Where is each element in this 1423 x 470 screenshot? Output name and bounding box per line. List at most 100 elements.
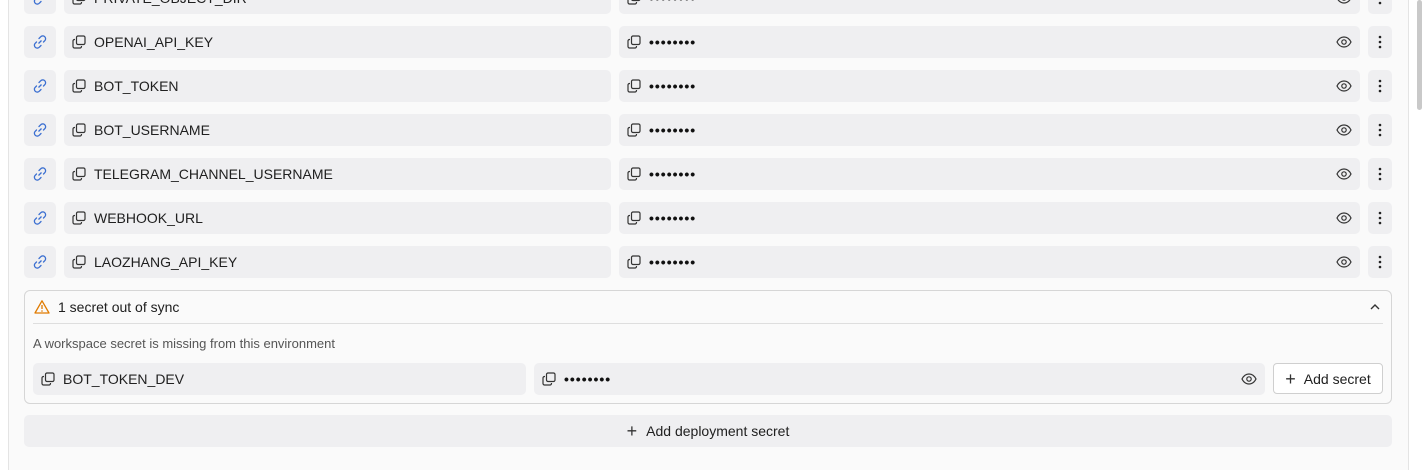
link-icon (32, 122, 48, 138)
link-icon (32, 166, 48, 182)
masked-value: •••••••• (649, 254, 696, 270)
link-button[interactable] (24, 114, 56, 146)
link-button[interactable] (24, 26, 56, 58)
secret-row: PRIVATE_OBJECT_DIR •••••••• (24, 0, 1392, 14)
out-of-sync-section: 1 secret out of sync A workspace secret … (24, 290, 1392, 404)
secret-row: TELEGRAM_CHANNEL_USERNAME •••••••• (24, 158, 1392, 190)
masked-value: •••••••• (649, 0, 696, 6)
more-options-button[interactable] (1368, 114, 1392, 146)
copy-icon[interactable] (72, 255, 86, 269)
secret-row: BOT_USERNAME •••••••• (24, 114, 1392, 146)
out-of-sync-header[interactable]: 1 secret out of sync (25, 291, 1391, 323)
secret-key-field[interactable]: PRIVATE_OBJECT_DIR (64, 0, 611, 14)
out-of-sync-description: A workspace secret is missing from this … (33, 336, 335, 351)
more-vertical-icon (1378, 79, 1382, 93)
more-options-button[interactable] (1368, 158, 1392, 190)
more-vertical-icon (1378, 0, 1382, 5)
divider (33, 323, 1383, 324)
masked-value: •••••••• (649, 166, 696, 182)
missing-secret-value-field[interactable]: •••••••• (534, 363, 1265, 395)
secret-row: BOT_TOKEN •••••••• (24, 70, 1392, 102)
secret-value-field[interactable]: •••••••• (619, 26, 1360, 58)
copy-icon[interactable] (627, 255, 641, 269)
link-icon (32, 78, 48, 94)
secret-key-field[interactable]: LAOZHANG_API_KEY (64, 246, 611, 278)
eye-icon[interactable] (1336, 78, 1352, 94)
secret-value-field[interactable]: •••••••• (619, 0, 1360, 14)
secret-key: BOT_TOKEN (94, 78, 179, 94)
copy-icon[interactable] (627, 35, 641, 49)
copy-icon[interactable] (627, 0, 641, 5)
more-options-button[interactable] (1368, 70, 1392, 102)
secret-key: TELEGRAM_CHANNEL_USERNAME (94, 166, 333, 182)
masked-value: •••••••• (649, 210, 696, 226)
eye-icon[interactable] (1336, 210, 1352, 226)
plus-icon: + (627, 422, 638, 440)
secret-row: WEBHOOK_URL •••••••• (24, 202, 1392, 234)
more-options-button[interactable] (1368, 246, 1392, 278)
add-secret-label: Add secret (1304, 371, 1371, 387)
plus-icon: + (1285, 370, 1296, 388)
link-button[interactable] (24, 202, 56, 234)
secret-key-field[interactable]: WEBHOOK_URL (64, 202, 611, 234)
more-vertical-icon (1378, 211, 1382, 225)
secret-key: WEBHOOK_URL (94, 210, 203, 226)
copy-icon[interactable] (72, 79, 86, 93)
missing-secret-key-field[interactable]: BOT_TOKEN_DEV (33, 363, 526, 395)
link-icon (32, 254, 48, 270)
more-vertical-icon (1378, 167, 1382, 181)
add-deployment-secret-button[interactable]: + Add deployment secret (24, 415, 1392, 447)
missing-secret-key: BOT_TOKEN_DEV (63, 371, 184, 387)
copy-icon[interactable] (627, 123, 641, 137)
secret-value-field[interactable]: •••••••• (619, 202, 1360, 234)
masked-value: •••••••• (649, 78, 696, 94)
eye-icon[interactable] (1336, 34, 1352, 50)
link-icon (32, 0, 48, 6)
masked-value: •••••••• (649, 34, 696, 50)
secret-row: OPENAI_API_KEY •••••••• (24, 26, 1392, 58)
link-icon (32, 210, 48, 226)
secret-row: LAOZHANG_API_KEY •••••••• (24, 246, 1392, 278)
add-secret-button[interactable]: + Add secret (1273, 363, 1383, 394)
copy-icon[interactable] (627, 211, 641, 225)
secret-key: OPENAI_API_KEY (94, 34, 213, 50)
eye-icon[interactable] (1336, 254, 1352, 270)
scrollbar[interactable] (1415, 0, 1423, 466)
link-button[interactable] (24, 246, 56, 278)
copy-icon[interactable] (627, 167, 641, 181)
link-button[interactable] (24, 70, 56, 102)
link-button[interactable] (24, 158, 56, 190)
eye-icon[interactable] (1336, 122, 1352, 138)
secret-value-field[interactable]: •••••••• (619, 114, 1360, 146)
more-options-button[interactable] (1368, 26, 1392, 58)
copy-icon[interactable] (627, 79, 641, 93)
scrollbar-thumb[interactable] (1417, 0, 1422, 110)
more-options-button[interactable] (1368, 202, 1392, 234)
eye-icon[interactable] (1241, 371, 1257, 387)
secret-value-field[interactable]: •••••••• (619, 246, 1360, 278)
eye-icon[interactable] (1336, 166, 1352, 182)
copy-icon[interactable] (72, 211, 86, 225)
copy-icon[interactable] (72, 123, 86, 137)
copy-icon[interactable] (72, 167, 86, 181)
secret-key-field[interactable]: TELEGRAM_CHANNEL_USERNAME (64, 158, 611, 190)
copy-icon[interactable] (41, 372, 55, 386)
masked-value: •••••••• (564, 371, 611, 387)
secret-key: BOT_USERNAME (94, 122, 210, 138)
secret-key-field[interactable]: BOT_USERNAME (64, 114, 611, 146)
out-of-sync-title: 1 secret out of sync (58, 299, 179, 315)
copy-icon[interactable] (72, 0, 86, 5)
link-button[interactable] (24, 0, 56, 14)
masked-value: •••••••• (649, 122, 696, 138)
secret-value-field[interactable]: •••••••• (619, 70, 1360, 102)
eye-icon[interactable] (1336, 0, 1352, 6)
copy-icon[interactable] (72, 35, 86, 49)
secret-key-field[interactable]: BOT_TOKEN (64, 70, 611, 102)
secret-key-field[interactable]: OPENAI_API_KEY (64, 26, 611, 58)
copy-icon[interactable] (542, 372, 556, 386)
secret-value-field[interactable]: •••••••• (619, 158, 1360, 190)
more-options-button[interactable] (1368, 0, 1392, 14)
chevron-up-icon[interactable] (1369, 301, 1381, 313)
secret-key: LAOZHANG_API_KEY (94, 254, 237, 270)
link-icon (32, 34, 48, 50)
